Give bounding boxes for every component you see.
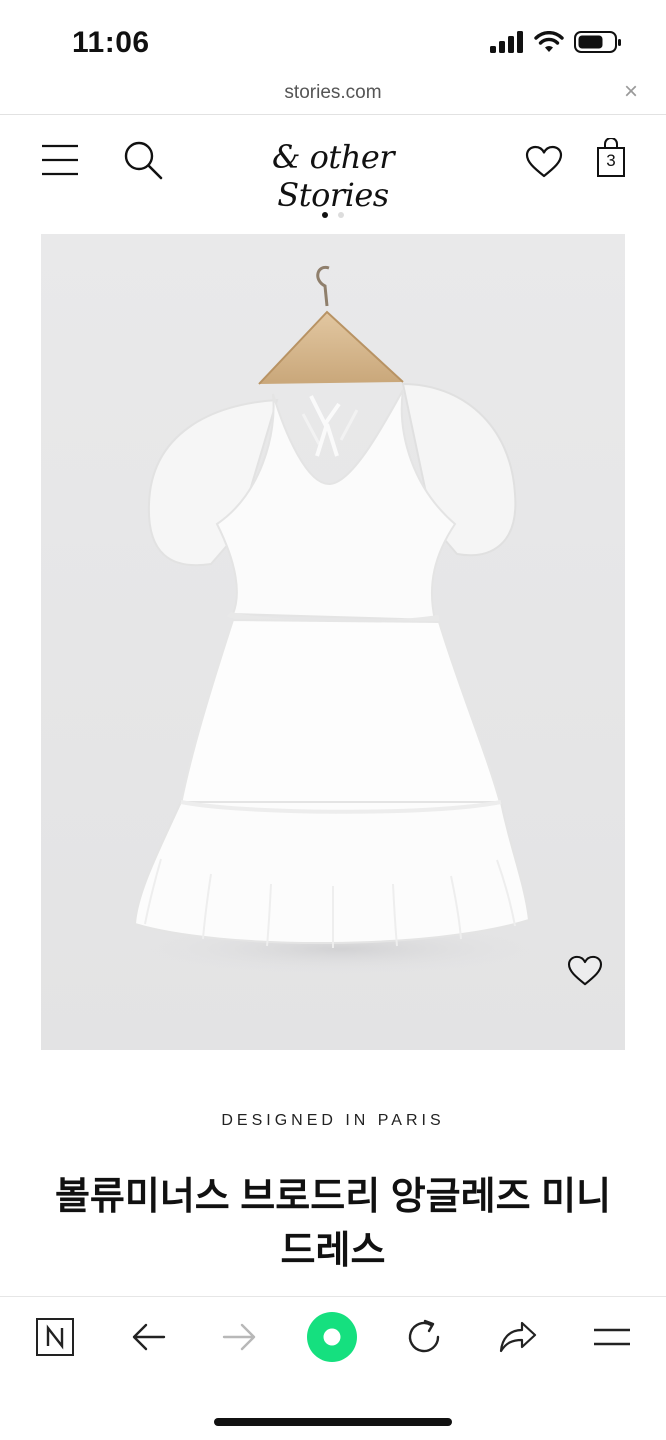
share-button[interactable] — [494, 1313, 542, 1361]
brand-logo[interactable]: & other Stories — [226, 138, 440, 214]
heart-icon — [567, 955, 603, 986]
back-button[interactable] — [124, 1313, 172, 1361]
address-bar[interactable]: stories.com × — [0, 72, 666, 115]
url-text[interactable]: stories.com — [0, 82, 666, 104]
add-to-wishlist-button[interactable] — [567, 955, 603, 992]
reload-button[interactable] — [400, 1313, 448, 1361]
reload-icon — [408, 1319, 440, 1353]
status-icons — [490, 30, 622, 54]
browser-toolbar — [0, 1296, 666, 1387]
product-title: 볼류미너스 브로드리 앙글레즈 미니 드레스 — [54, 1176, 612, 1272]
carousel-dot[interactable] — [322, 212, 328, 218]
site-header: & other Stories 3 — [0, 118, 666, 214]
product-eyebrow: DESIGNED IN PARIS — [221, 1112, 445, 1129]
search-icon — [124, 141, 163, 180]
home-button[interactable] — [306, 1311, 358, 1363]
hamburger-menu-button[interactable] — [38, 140, 82, 180]
menu-icon — [594, 1328, 630, 1346]
hamburger-icon — [42, 144, 78, 176]
cart-count: 3 — [606, 151, 616, 170]
battery-icon — [574, 31, 621, 53]
dress-illustration — [41, 234, 625, 1050]
forward-arrow-icon — [222, 1323, 256, 1351]
signal-icon — [490, 31, 523, 53]
carousel-indicator — [0, 212, 666, 218]
heart-icon — [525, 145, 563, 178]
status-time: 11:06 — [72, 26, 150, 59]
back-arrow-icon — [132, 1323, 166, 1351]
product-image[interactable] — [41, 234, 625, 1050]
home-dot-icon — [307, 1312, 357, 1362]
search-button[interactable] — [120, 138, 166, 182]
n-logo-button[interactable] — [31, 1313, 79, 1361]
home-indicator[interactable] — [214, 1418, 452, 1426]
wishlist-button[interactable] — [522, 142, 566, 182]
cart-button[interactable]: 3 — [594, 138, 628, 182]
forward-button[interactable] — [216, 1313, 264, 1361]
browser-menu-button[interactable] — [588, 1313, 636, 1361]
close-icon[interactable]: × — [624, 78, 638, 106]
share-icon — [499, 1321, 537, 1353]
wifi-icon — [534, 31, 564, 52]
n-logo-icon — [36, 1318, 74, 1356]
carousel-dot[interactable] — [338, 212, 344, 218]
